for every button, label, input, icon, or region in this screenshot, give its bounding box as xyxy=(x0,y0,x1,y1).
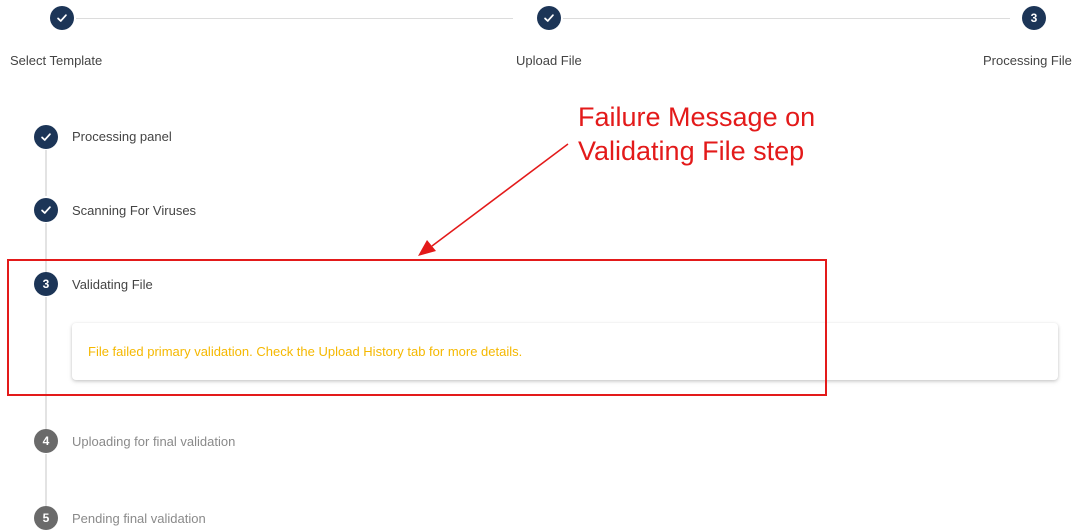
stepper-connector xyxy=(45,223,47,272)
step-number-badge: 3 xyxy=(34,272,58,296)
annotation-text: Failure Message on Validating File step xyxy=(578,100,815,168)
stepper-connector xyxy=(76,18,513,19)
stepper-connector xyxy=(45,454,47,506)
step-number-badge: 5 xyxy=(34,506,58,530)
step-label-pending-final-validation: Pending final validation xyxy=(72,511,206,526)
step-label-upload-file[interactable]: Upload File xyxy=(516,53,582,68)
step-label-select-template[interactable]: Select Template xyxy=(10,53,102,68)
step-label-scanning-for-viruses: Scanning For Viruses xyxy=(72,203,197,218)
annotation-line-1: Failure Message on xyxy=(578,102,816,132)
step-number-badge: 4 xyxy=(34,429,58,453)
stepper-connector xyxy=(45,150,47,196)
check-icon xyxy=(34,125,58,149)
check-icon[interactable] xyxy=(537,6,561,30)
check-icon[interactable] xyxy=(50,6,74,30)
step-label-validating-file: Validating File xyxy=(72,277,153,292)
check-icon xyxy=(34,198,58,222)
stepper-connector xyxy=(563,18,1010,19)
step-label-processing-panel: Processing panel xyxy=(72,129,172,144)
step-label-uploading-for-final-validation: Uploading for final validation xyxy=(72,434,236,449)
failure-message-card: File failed primary validation. Check th… xyxy=(72,323,1058,380)
step-number-badge[interactable]: 3 xyxy=(1022,6,1046,30)
stepper-connector xyxy=(45,297,47,429)
failure-message-text: File failed primary validation. Check th… xyxy=(88,344,523,359)
annotation-line-2: Validating File step xyxy=(578,136,805,166)
step-label-processing-file[interactable]: Processing File xyxy=(983,53,1072,68)
annotation-arrow xyxy=(418,143,569,256)
